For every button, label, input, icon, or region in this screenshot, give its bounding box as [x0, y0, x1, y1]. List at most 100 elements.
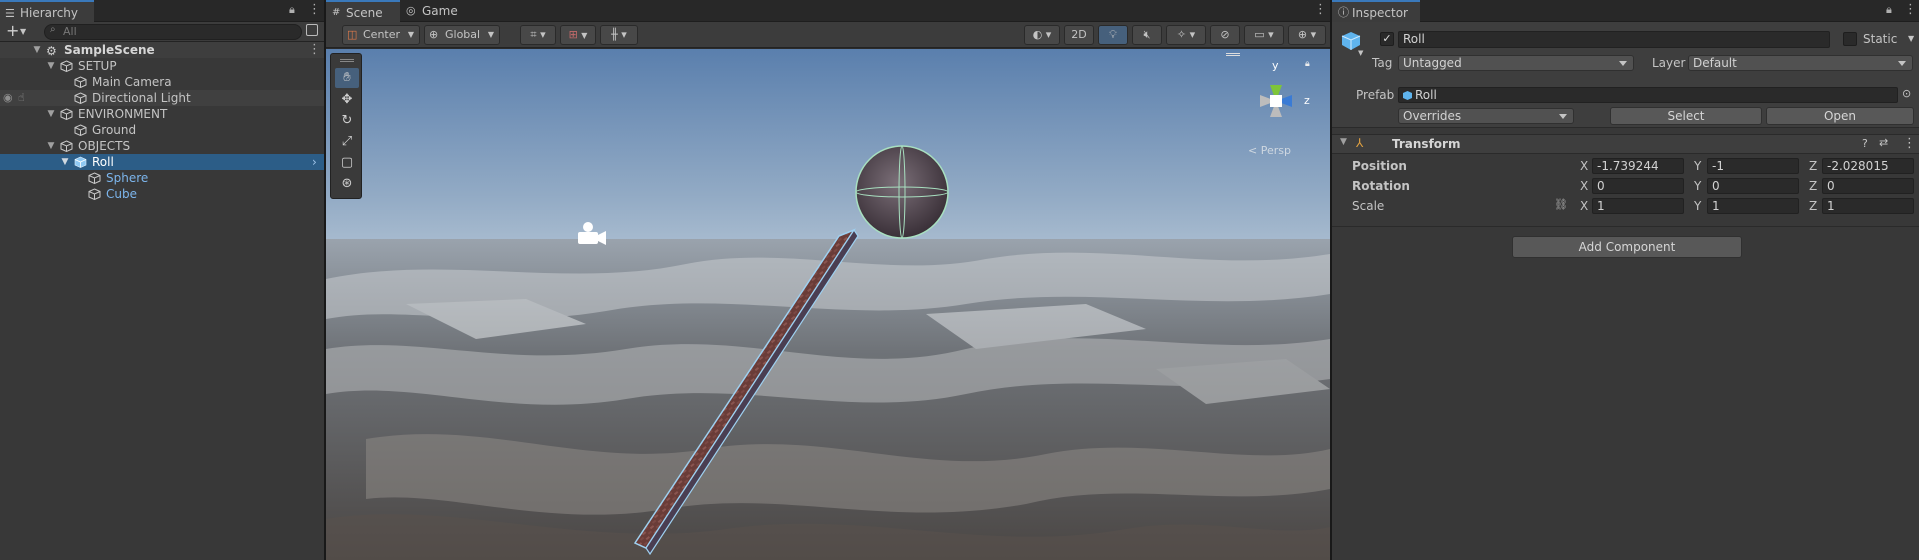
tab-hierarchy[interactable]: ☰ Hierarchy	[0, 0, 94, 22]
tab-game[interactable]: ◎ Game	[402, 0, 472, 22]
expand-arrow-icon[interactable]: ▼	[46, 58, 56, 74]
rotation-x-field[interactable]: 0	[1592, 178, 1684, 194]
transform-tool-button[interactable]: ⊛	[335, 174, 359, 194]
scale-label[interactable]: Scale	[1352, 198, 1384, 214]
expand-arrow-icon[interactable]: ▼	[46, 138, 56, 154]
audio-toggle-button[interactable]: 🔇︎	[1132, 25, 1162, 45]
scale-y-field[interactable]: 1	[1707, 198, 1799, 214]
chevron-down-icon[interactable]: ▼	[1908, 34, 1914, 43]
hidden-objects-toggle[interactable]: ⊘	[1210, 25, 1240, 45]
tab-scene[interactable]: # Scene	[326, 0, 400, 22]
position-x-field[interactable]: -1.739244	[1592, 158, 1684, 174]
more-options-icon[interactable]: ⋮	[1903, 136, 1916, 151]
scale-y-label[interactable]: Y	[1694, 198, 1704, 214]
lock-icon[interactable]: 🔒︎	[1886, 3, 1892, 17]
more-options-icon[interactable]: ⋮	[308, 42, 321, 58]
lighting-toggle-button[interactable]: 💡︎	[1098, 25, 1128, 45]
rotation-x-label[interactable]: X	[1580, 178, 1590, 194]
pivot-mode-dropdown[interactable]: ◫ Center ▼	[342, 25, 420, 45]
position-y-label[interactable]: Y	[1694, 158, 1704, 174]
scale-x-field[interactable]: 1	[1592, 198, 1684, 214]
camera-settings-dropdown[interactable]: ▭ ▾	[1244, 25, 1284, 45]
more-options-icon[interactable]: ⋮	[1314, 2, 1327, 17]
chevron-down-icon[interactable]: ▼	[1358, 49, 1363, 57]
tag-dropdown[interactable]: Untagged	[1398, 55, 1634, 71]
active-checkbox[interactable]: ✓	[1380, 32, 1394, 46]
constrain-proportions-icon[interactable]: ⛓︎	[1554, 198, 1568, 211]
rotation-z-label[interactable]: Z	[1809, 178, 1819, 194]
rotation-z-field[interactable]: 0	[1822, 178, 1914, 194]
move-tool-button[interactable]: ✥	[335, 90, 359, 110]
gizmos-dropdown[interactable]: ⊕ ▾	[1288, 25, 1326, 45]
palette-drag-handle[interactable]	[340, 59, 354, 62]
chevron-right-icon[interactable]: ›	[312, 154, 317, 170]
add-component-button[interactable]: Add Component	[1512, 236, 1742, 258]
hand-tool-button[interactable]: ✋︎	[335, 68, 359, 88]
rotate-tool-button[interactable]: ↻	[335, 111, 359, 131]
pickability-hand-icon[interactable]: ☝	[18, 90, 25, 106]
position-x-label[interactable]: X	[1580, 158, 1590, 174]
expand-arrow-icon[interactable]: ▼	[60, 154, 70, 170]
preset-sliders-icon[interactable]: ⇄	[1879, 136, 1888, 149]
layer-dropdown[interactable]: Default	[1688, 55, 1913, 71]
projection-toggle[interactable]: < Persp	[1248, 144, 1291, 157]
rotation-label[interactable]: Rotation	[1352, 178, 1410, 194]
expand-arrow-icon[interactable]: ▼	[1340, 137, 1347, 147]
rotation-y-field[interactable]: 0	[1707, 178, 1799, 194]
pivot-rotation-dropdown[interactable]: ⊕ Global ▼	[424, 25, 500, 45]
rect-tool-button[interactable]: ▢	[335, 153, 359, 173]
prefab-asset-field[interactable]: Roll	[1398, 87, 1898, 103]
effects-dropdown[interactable]: ✧ ▾	[1166, 25, 1206, 45]
static-checkbox[interactable]	[1843, 32, 1857, 46]
help-icon[interactable]: ?	[1862, 137, 1868, 150]
chevron-down-icon[interactable]: ▼	[20, 23, 26, 41]
hierarchy-item-roll[interactable]: ▼ Roll ›	[0, 154, 324, 170]
select-button[interactable]: Select	[1610, 107, 1762, 125]
scene-row[interactable]: ▼ ⚙ SampleScene ⋮	[0, 42, 324, 58]
scale-tool-button[interactable]: ⤢	[335, 132, 359, 152]
scene-viewport[interactable]: y z < Persp 🔒︎ ✋︎ ✥ ↻ ⤢ ▢ ⊛	[326, 49, 1330, 560]
add-object-button[interactable]: +	[6, 22, 19, 40]
filter-icon[interactable]	[306, 24, 318, 36]
position-label[interactable]: Position	[1352, 158, 1407, 174]
scale-z-field[interactable]: 1	[1822, 198, 1914, 214]
more-options-icon[interactable]: ⋮	[308, 2, 321, 17]
expand-arrow-icon[interactable]: ▼	[46, 106, 56, 122]
toggle-2d-button[interactable]: 2D	[1064, 25, 1094, 45]
position-y-field[interactable]: -1	[1707, 158, 1799, 174]
lock-icon[interactable]: 🔒︎	[1305, 59, 1310, 69]
hierarchy-item-directional-light[interactable]: ◉ ☝ Directional Light	[0, 90, 324, 106]
tab-inspector[interactable]: ⓘ Inspector	[1332, 0, 1420, 22]
scene-render[interactable]	[326, 49, 1330, 560]
hierarchy-item-sphere[interactable]: Sphere	[0, 170, 324, 186]
hierarchy-item-objects[interactable]: ▼ OBJECTS	[0, 138, 324, 154]
open-button[interactable]: Open	[1766, 107, 1914, 125]
increment-snap-button[interactable]: ⊞ ▼	[560, 25, 596, 45]
draw-mode-dropdown[interactable]: ◐ ▾	[1024, 25, 1060, 45]
position-z-field[interactable]: -2.028015	[1822, 158, 1914, 174]
hierarchy-item-cube[interactable]: Cube	[0, 186, 324, 202]
object-name-field[interactable]: Roll	[1398, 31, 1830, 48]
move-arrows-icon: ✥	[341, 92, 353, 107]
overrides-dropdown[interactable]: Overrides	[1398, 108, 1574, 124]
visibility-eye-icon[interactable]: ◉	[3, 90, 13, 106]
grid-snap-button[interactable]: ⌗ ▾	[520, 25, 556, 45]
hierarchy-item-ground[interactable]: Ground	[0, 122, 324, 138]
hierarchy-item-main-camera[interactable]: Main Camera	[0, 74, 324, 90]
scale-z-label[interactable]: Z	[1809, 198, 1819, 214]
expand-arrow-icon[interactable]: ▼	[32, 42, 42, 58]
grid-visibility-button[interactable]: ╫ ▾	[600, 25, 638, 45]
drag-handle[interactable]	[1226, 53, 1240, 56]
hierarchy-search-field[interactable]: ⌕ All	[44, 24, 302, 40]
rect-icon: ▢	[340, 155, 354, 170]
transform-header[interactable]: ▼ ⅄ Transform ? ⇄ ⋮	[1332, 134, 1919, 154]
search-input[interactable]: All	[63, 25, 77, 39]
hierarchy-item-environment[interactable]: ▼ ENVIRONMENT	[0, 106, 324, 122]
more-options-icon[interactable]: ⋮	[1904, 2, 1917, 17]
position-z-label[interactable]: Z	[1809, 158, 1819, 174]
rotation-y-label[interactable]: Y	[1694, 178, 1704, 194]
hierarchy-item-setup[interactable]: ▼ SETUP	[0, 58, 324, 74]
lock-icon[interactable]: 🔒︎	[289, 3, 295, 17]
scale-x-label[interactable]: X	[1580, 198, 1590, 214]
object-picker-icon[interactable]: ⊙	[1902, 87, 1911, 100]
